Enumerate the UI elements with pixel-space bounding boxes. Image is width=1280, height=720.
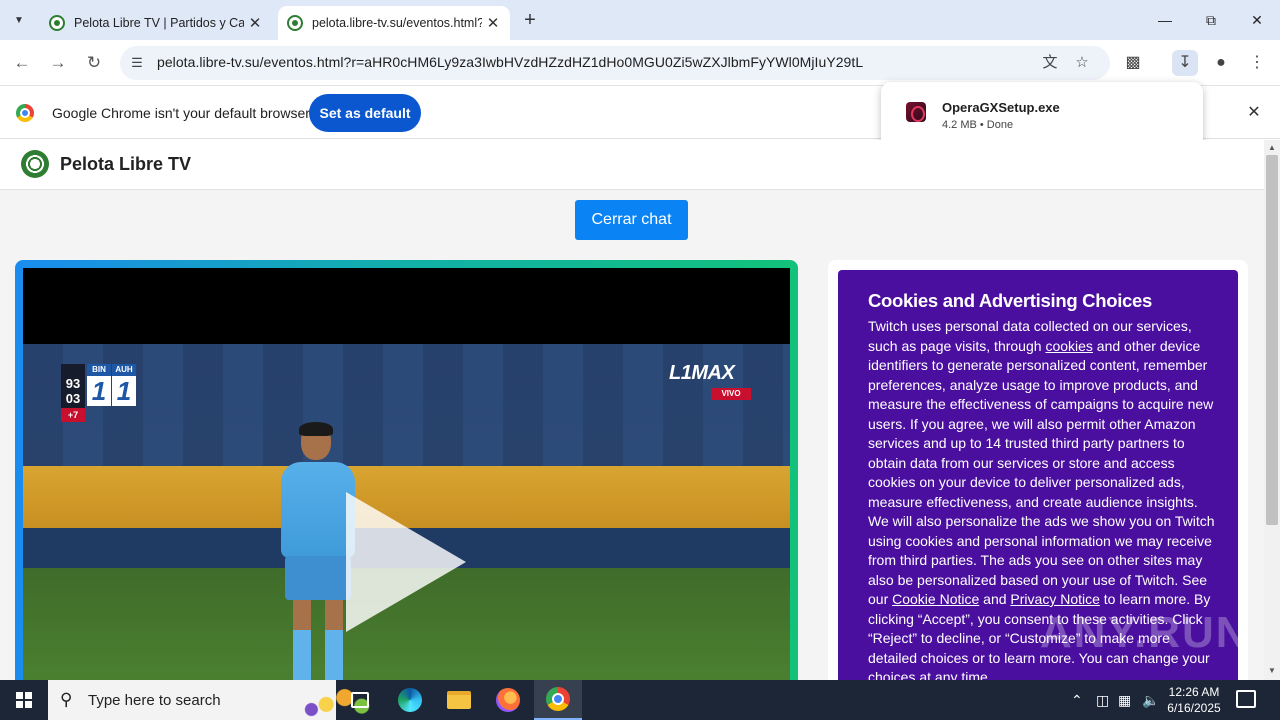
tab-pelota-libre[interactable]: Pelota Libre TV | Partidos y Canales ✕ <box>40 6 272 40</box>
volume-icon[interactable]: 🔈 <box>1142 692 1159 709</box>
start-button[interactable] <box>0 680 48 720</box>
scroll-down-icon[interactable]: ▼ <box>1268 666 1276 675</box>
soccer-ball-icon[interactable] <box>21 150 49 178</box>
chrome-taskbar-button[interactable] <box>534 680 582 720</box>
page-content: Pelota Libre TV Cerrar chat 93 03 +7 BIN… <box>0 140 1264 680</box>
bookmark-star-icon[interactable]: ☆ <box>1072 54 1092 72</box>
new-tab-button[interactable]: + <box>518 8 542 32</box>
search-icon: ⚲ <box>60 690 73 709</box>
scoreboard: 93 03 +7 BIN 1 AUH 1 <box>61 364 137 422</box>
soccer-ball-icon <box>49 15 65 31</box>
close-window-button[interactable]: ✕ <box>1234 0 1280 40</box>
tab-eventos[interactable]: pelota.libre-tv.su/eventos.html?r=aHR0 ✕ <box>278 6 510 40</box>
network-icon[interactable]: ▦ <box>1118 692 1131 709</box>
close-chat-button[interactable]: Cerrar chat <box>575 200 688 240</box>
edge-icon <box>398 688 422 712</box>
notification-icon[interactable] <box>1236 690 1256 708</box>
windows-taskbar: ⚲ Type here to search ⌃ ◫ ▦ 🔈 12:26 AM 6… <box>0 680 1280 720</box>
system-clock[interactable]: 12:26 AM 6/16/2025 <box>1163 684 1225 716</box>
added-time: +7 <box>61 408 85 422</box>
chevron-up-icon[interactable]: ⌃ <box>1071 692 1083 709</box>
browser-toolbar: ← → ↻ ☰ pelota.libre-tv.su/eventos.html?… <box>0 40 1280 86</box>
page-scrollbar[interactable]: ▲ ▼ <box>1264 140 1280 680</box>
tab-title: Pelota Libre TV | Partidos y Canales <box>74 16 244 30</box>
task-view-button[interactable] <box>336 680 384 720</box>
forward-button[interactable]: → <box>46 52 70 74</box>
tab-strip: ▼ Pelota Libre TV | Partidos y Canales ✕… <box>0 0 1280 40</box>
scroll-up-icon[interactable]: ▲ <box>1268 143 1276 152</box>
privacy-notice-link[interactable]: Privacy Notice <box>1010 591 1099 607</box>
device-icon[interactable]: ◫ <box>1096 692 1109 709</box>
profile-icon[interactable]: ● <box>1208 50 1234 76</box>
url-text[interactable]: pelota.libre-tv.su/eventos.html?r=aHR0cH… <box>157 54 863 70</box>
set-as-default-button[interactable]: Set as default <box>309 94 421 132</box>
site-header: Pelota Libre TV <box>0 140 1264 190</box>
close-icon[interactable]: ✕ <box>244 14 266 32</box>
opera-gx-icon <box>906 102 926 122</box>
restore-button[interactable]: ⧉ <box>1188 0 1234 40</box>
address-bar[interactable]: ☰ pelota.libre-tv.su/eventos.html?r=aHR0… <box>120 46 1110 80</box>
menu-icon[interactable]: ⋮ <box>1244 50 1270 76</box>
site-title[interactable]: Pelota Libre TV <box>60 154 191 175</box>
folder-icon <box>447 691 471 709</box>
video-frame[interactable]: 93 03 +7 BIN 1 AUH 1 L1MAX VIVO <box>23 344 790 680</box>
translate-icon[interactable]: 文 <box>1040 54 1060 72</box>
video-player-frame: 93 03 +7 BIN 1 AUH 1 L1MAX VIVO <box>15 260 798 680</box>
home-team-score: BIN 1 <box>87 364 111 406</box>
play-icon[interactable] <box>346 492 466 632</box>
reload-button[interactable]: ↻ <box>82 52 106 74</box>
cookie-title: Cookies and Advertising Choices <box>868 290 1153 311</box>
chrome-icon <box>16 104 34 122</box>
chrome-icon <box>546 687 570 711</box>
soccer-ball-icon <box>287 15 303 31</box>
extensions-icon[interactable]: ▩ <box>1120 50 1146 76</box>
download-status: 4.2 MB • Done <box>942 119 1014 131</box>
file-explorer-taskbar-button[interactable] <box>435 680 483 720</box>
firefox-icon <box>496 688 520 712</box>
download-filename[interactable]: OperaGXSetup.exe <box>942 100 1060 115</box>
broadcaster-logo: L1MAX VIVO <box>669 362 755 402</box>
anyrun-watermark: ANY.RUN <box>1040 608 1250 657</box>
tab-title: pelota.libre-tv.su/eventos.html?r=aHR0 <box>312 16 482 30</box>
edge-taskbar-button[interactable] <box>386 680 434 720</box>
tab-search-button[interactable]: ▼ <box>6 7 32 33</box>
away-team-score: AUH 1 <box>112 364 136 406</box>
back-button[interactable]: ← <box>10 52 34 74</box>
cookie-notice-link[interactable]: Cookie Notice <box>892 591 979 607</box>
scrollbar-thumb[interactable] <box>1266 155 1278 525</box>
search-placeholder: Type here to search <box>88 692 221 709</box>
minimize-button[interactable]: — <box>1142 0 1188 40</box>
windows-icon <box>16 692 32 708</box>
infobar-message: Google Chrome isn't your default browser <box>52 105 310 121</box>
video-player[interactable]: 93 03 +7 BIN 1 AUH 1 L1MAX VIVO <box>23 268 790 680</box>
taskbar-search[interactable]: ⚲ Type here to search <box>48 680 378 720</box>
site-info-icon[interactable]: ☰ <box>128 54 146 72</box>
download-icon[interactable]: ↧ <box>1172 50 1198 76</box>
firefox-taskbar-button[interactable] <box>484 680 532 720</box>
cookies-link[interactable]: cookies <box>1045 338 1092 354</box>
close-icon[interactable]: ✕ <box>482 14 504 32</box>
task-view-icon <box>351 692 369 708</box>
close-icon[interactable]: ✕ <box>1244 103 1264 123</box>
